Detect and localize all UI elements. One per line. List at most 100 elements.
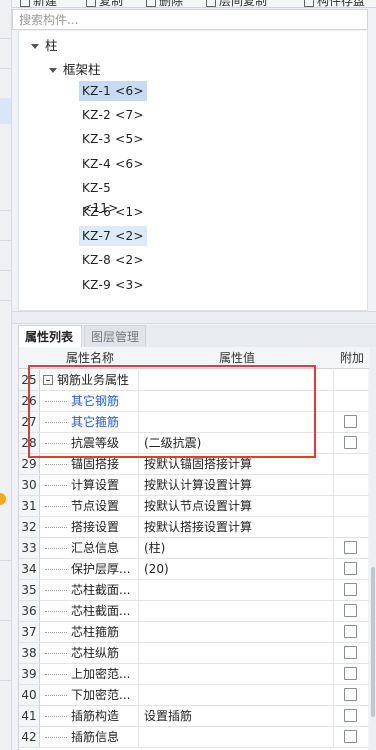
property-value-cell[interactable]: (柱) bbox=[140, 538, 334, 558]
additional-checkbox[interactable] bbox=[344, 415, 357, 428]
additional-cell bbox=[335, 601, 369, 621]
property-name-cell[interactable]: 搭接设置 bbox=[41, 517, 139, 537]
tree-item-column[interactable]: KZ-1 <6> bbox=[79, 81, 147, 101]
property-name-cell[interactable]: 芯柱箍筋 bbox=[41, 622, 139, 642]
property-name-cell[interactable]: 芯柱截面... bbox=[41, 580, 139, 600]
property-value-cell[interactable]: 按默认搭接设置计算 bbox=[140, 517, 334, 537]
additional-checkbox[interactable] bbox=[344, 709, 357, 722]
additional-checkbox[interactable] bbox=[344, 625, 357, 638]
property-name-cell[interactable]: 保护层厚... bbox=[41, 559, 139, 579]
tree-line bbox=[45, 737, 67, 738]
property-value-cell[interactable]: 按默认计算设置计算 bbox=[140, 475, 334, 495]
panel-splitter[interactable] bbox=[12, 311, 376, 324]
tab-property-list[interactable]: 属性列表 bbox=[18, 325, 82, 347]
save-component-button[interactable]: 构件存盘 bbox=[304, 0, 365, 7]
table-row[interactable]: 34 保护层厚... (20) bbox=[19, 559, 369, 580]
property-value-cell[interactable] bbox=[140, 643, 334, 663]
copy-button[interactable]: 复制 bbox=[86, 0, 123, 7]
additional-checkbox[interactable] bbox=[344, 562, 357, 575]
property-value-cell[interactable] bbox=[140, 391, 334, 411]
property-name-cell[interactable]: 锚固搭接 bbox=[41, 454, 139, 474]
table-row[interactable]: 25 钢筋业务属性 bbox=[19, 370, 369, 391]
tree-item-column[interactable]: KZ-2 <7> bbox=[79, 105, 147, 125]
tree-item-column[interactable]: KZ-6 <1> bbox=[79, 202, 147, 222]
property-name-cell[interactable]: 上加密范... bbox=[41, 664, 139, 684]
expand-arrow-icon[interactable] bbox=[49, 68, 57, 73]
property-name-cell[interactable]: 钢筋业务属性 bbox=[41, 370, 139, 390]
new-button[interactable]: 新建 bbox=[20, 0, 57, 7]
table-row[interactable]: 28 抗震等级 (二级抗震) bbox=[19, 433, 369, 454]
property-name-cell[interactable]: 抗震等级 bbox=[41, 433, 139, 453]
property-value-cell[interactable] bbox=[140, 580, 334, 600]
additional-checkbox[interactable] bbox=[344, 583, 357, 596]
property-value-cell[interactable]: 按默认锚固搭接计算 bbox=[140, 454, 334, 474]
table-row[interactable]: 39 上加密范... bbox=[19, 664, 369, 685]
property-value-cell[interactable] bbox=[140, 622, 334, 642]
tree-item-column[interactable]: KZ-5 <11> bbox=[79, 178, 147, 215]
scrollbar-thumb[interactable] bbox=[371, 567, 375, 717]
table-row[interactable]: 26 其它钢筋 bbox=[19, 391, 369, 412]
table-row[interactable]: 31 节点设置 按默认节点设置计算 bbox=[19, 496, 369, 517]
property-name-cell[interactable]: 下加密范... bbox=[41, 685, 139, 705]
tree-item-column[interactable]: KZ-9 <3> bbox=[79, 275, 147, 295]
vertical-scrollbar[interactable] bbox=[370, 347, 376, 750]
table-row[interactable]: 41 插筋构造 设置插筋 bbox=[19, 706, 369, 727]
property-value-cell[interactable] bbox=[140, 727, 334, 747]
additional-checkbox[interactable] bbox=[344, 667, 357, 680]
additional-checkbox[interactable] bbox=[344, 436, 357, 449]
property-name-cell[interactable]: 芯柱截面... bbox=[41, 601, 139, 621]
copy-between-floors-button[interactable]: 层间复制 bbox=[206, 0, 267, 7]
tree-item-column[interactable]: KZ-3 <5> bbox=[79, 129, 147, 149]
table-row[interactable]: 42 插筋信息 bbox=[19, 727, 369, 748]
property-name-cell[interactable]: 计算设置 bbox=[41, 475, 139, 495]
property-value-cell[interactable] bbox=[140, 370, 334, 390]
table-row[interactable]: 29 锚固搭接 按默认锚固搭接计算 bbox=[19, 454, 369, 475]
divider bbox=[0, 680, 11, 681]
expand-arrow-icon[interactable] bbox=[31, 44, 39, 49]
row-number: 25 bbox=[19, 370, 40, 390]
property-name-cell[interactable]: 其它钢筋 bbox=[41, 391, 139, 411]
property-value-cell[interactable] bbox=[140, 664, 334, 684]
search-input[interactable] bbox=[13, 10, 367, 29]
additional-checkbox[interactable] bbox=[344, 541, 357, 554]
property-name-cell[interactable]: 节点设置 bbox=[41, 496, 139, 516]
property-value-cell[interactable]: 设置插筋 bbox=[140, 706, 334, 726]
table-row[interactable]: 40 下加密范... bbox=[19, 685, 369, 706]
property-value-cell[interactable] bbox=[140, 685, 334, 705]
additional-checkbox[interactable] bbox=[344, 730, 357, 743]
tree-item-column[interactable]: KZ-4 <6> bbox=[79, 154, 147, 174]
property-name-cell[interactable]: 插筋信息 bbox=[41, 727, 139, 747]
status-dot-icon[interactable] bbox=[0, 493, 6, 505]
property-value-cell[interactable]: (二级抗震) bbox=[140, 433, 334, 453]
collapse-icon[interactable] bbox=[43, 375, 53, 385]
property-name-cell[interactable]: 芯柱纵筋 bbox=[41, 643, 139, 663]
tab-layer-management[interactable]: 图层管理 bbox=[84, 325, 146, 347]
property-value-cell[interactable]: (20) bbox=[140, 559, 334, 579]
additional-checkbox[interactable] bbox=[344, 688, 357, 701]
table-row[interactable]: 35 芯柱截面... bbox=[19, 580, 369, 601]
additional-checkbox[interactable] bbox=[344, 646, 357, 659]
table-row[interactable]: 33 汇总信息 (柱) bbox=[19, 538, 369, 559]
tree-item-column[interactable]: KZ-7 <2> bbox=[79, 226, 147, 247]
table-row[interactable]: 32 搭接设置 按默认搭接设置计算 bbox=[19, 517, 369, 538]
header-property-value[interactable]: 属性值 bbox=[140, 347, 334, 369]
left-panel-selected-item[interactable] bbox=[0, 98, 11, 124]
property-name-cell[interactable]: 其它箍筋 bbox=[41, 412, 139, 432]
tree-item-column[interactable]: KZ-8 <2> bbox=[79, 250, 147, 270]
table-row[interactable]: 27 其它箍筋 bbox=[19, 412, 369, 433]
header-property-name[interactable]: 属性名称 bbox=[41, 347, 139, 369]
additional-checkbox[interactable] bbox=[344, 604, 357, 617]
property-value-cell[interactable]: 按默认节点设置计算 bbox=[140, 496, 334, 516]
tree-node-column[interactable]: 柱 bbox=[31, 35, 58, 57]
tree-node-frame-column[interactable]: 框架柱 bbox=[49, 59, 101, 81]
delete-button[interactable]: 删除 bbox=[146, 0, 183, 7]
table-row[interactable]: 30 计算设置 按默认计算设置计算 bbox=[19, 475, 369, 496]
property-value-cell[interactable] bbox=[140, 412, 334, 432]
table-row[interactable]: 37 芯柱箍筋 bbox=[19, 622, 369, 643]
property-value-cell[interactable] bbox=[140, 601, 334, 621]
table-row[interactable]: 38 芯柱纵筋 bbox=[19, 643, 369, 664]
header-additional[interactable]: 附加 bbox=[335, 347, 369, 369]
table-row[interactable]: 36 芯柱截面... bbox=[19, 601, 369, 622]
property-name-cell[interactable]: 汇总信息 bbox=[41, 538, 139, 558]
property-name-cell[interactable]: 插筋构造 bbox=[41, 706, 139, 726]
